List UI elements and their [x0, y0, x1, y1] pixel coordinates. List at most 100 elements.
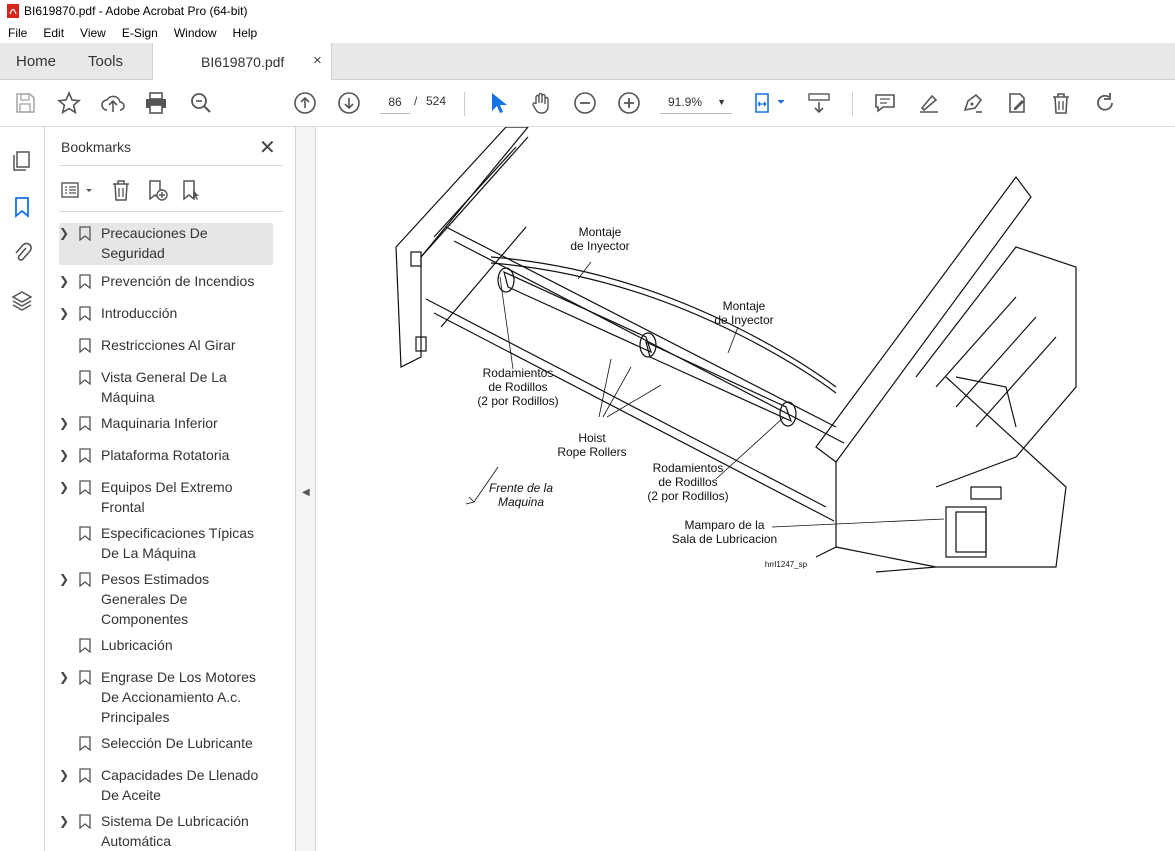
bookmark-label: Restricciones Al Girar — [101, 337, 236, 353]
chevron-right-icon[interactable]: ❯ — [59, 303, 69, 323]
bookmark-label: Sistema De Lubricación Automática — [101, 813, 249, 849]
menu-help[interactable]: Help — [225, 26, 266, 40]
bookmarks-title: Bookmarks — [61, 139, 132, 155]
label-text: Montaje de Inyector — [570, 225, 630, 253]
document-view[interactable]: Montaje de Inyector Montaje de Inyector … — [316, 127, 1175, 851]
bookmark-icon — [79, 480, 91, 495]
label-text: Frente de la Maquina — [488, 481, 554, 509]
scroll-mode-icon[interactable] — [806, 90, 832, 116]
toolbar-divider — [464, 92, 465, 116]
chevron-right-icon[interactable]: ❯ — [59, 413, 69, 433]
chevron-right-icon[interactable]: ❯ — [59, 271, 69, 291]
close-tab-icon[interactable]: × — [313, 52, 322, 69]
select-cursor-icon[interactable] — [484, 90, 510, 116]
menu-view[interactable]: View — [72, 26, 114, 40]
label-montaje-1: Montaje de Inyector — [560, 225, 640, 253]
new-bookmark-icon[interactable] — [145, 178, 169, 202]
label-rodamientos-1: Rodamientos de Rodillos (2 por Rodillos) — [468, 366, 568, 408]
menu-esign[interactable]: E-Sign — [114, 26, 166, 40]
zoom-in-icon[interactable] — [616, 90, 642, 116]
previous-page-icon[interactable] — [292, 90, 318, 116]
upload-cloud-icon[interactable] — [100, 90, 126, 116]
trash-icon[interactable] — [1048, 90, 1074, 116]
panel-collapse-strip[interactable]: ◀ — [296, 127, 316, 851]
toolbar-divider — [852, 92, 853, 116]
label-frente: Frente de la Maquina — [486, 481, 556, 509]
chevron-right-icon[interactable]: ❯ — [59, 569, 69, 589]
comment-icon[interactable] — [872, 90, 898, 116]
label-text: Rodamientos de Rodillos (2 por Rodillos) — [647, 461, 729, 503]
chevron-right-icon[interactable]: ❯ — [59, 811, 69, 831]
bookmark-label: Lubricación — [101, 637, 173, 653]
label-mamparo: Mamparo de la Sala de Lubricacion — [662, 518, 787, 546]
label-text: hrrl1247_sp — [764, 560, 808, 569]
bookmark-item[interactable]: ❯ Precauciones De Seguridad — [59, 223, 273, 265]
bookmark-label: Especificaciones Típicas De La Máquina — [101, 525, 255, 561]
bookmark-icon — [79, 226, 91, 241]
bookmark-icon — [79, 448, 91, 463]
menu-edit[interactable]: Edit — [35, 26, 72, 40]
figure-code: hrrl1247_sp — [756, 558, 816, 572]
bookmark-label: Capacidades De Llenado De Aceite — [101, 767, 259, 803]
zoom-out-icon[interactable] — [572, 90, 598, 116]
print-icon[interactable] — [143, 90, 169, 116]
redo-icon[interactable] — [1092, 90, 1118, 116]
bookmark-icon — [79, 638, 91, 653]
tab-tools[interactable]: Tools — [88, 53, 123, 70]
tab-bar: Home Tools BI619870.pdf × — [0, 43, 1175, 81]
label-montaje-2: Montaje de Inyector — [704, 299, 784, 327]
tab-document[interactable]: BI619870.pdf × — [152, 43, 332, 81]
layers-icon[interactable] — [10, 289, 34, 313]
bookmarks-panel-icon[interactable] — [10, 195, 34, 219]
label-text: Rodamientos de Rodillos (2 por Rodillos) — [477, 366, 559, 408]
bookmark-label: Pesos Estimados Generales De Componentes — [101, 571, 210, 627]
chevron-right-icon[interactable]: ❯ — [59, 667, 69, 687]
label-hoist-rollers: Hoist Rope Rollers — [552, 431, 632, 459]
toolbar: 86 / 524 91.9% ▼ — [0, 80, 1175, 127]
menu-file[interactable]: File — [0, 26, 35, 40]
bookmarks-panel: Bookmarks ✕ ❯ Precauciones De Seguridad — [45, 127, 335, 851]
delete-bookmark-icon[interactable] — [109, 178, 133, 202]
panel-divider — [59, 211, 283, 212]
chevron-right-icon[interactable]: ❯ — [59, 223, 69, 243]
zoom-level-value: 91.9% — [668, 95, 703, 109]
page-number-input[interactable]: 86 — [380, 90, 410, 114]
close-icon[interactable]: ✕ — [259, 135, 276, 160]
bookmark-label: Maquinaria Inferior — [101, 415, 218, 431]
highlight-pen-icon[interactable] — [916, 90, 942, 116]
page-thumbnails-icon[interactable] — [10, 149, 34, 173]
hand-tool-icon[interactable] — [528, 90, 554, 116]
next-page-icon[interactable] — [336, 90, 362, 116]
bookmark-label: Plataforma Rotatoria — [101, 447, 230, 463]
page-fit-icon[interactable] — [752, 90, 788, 116]
bookmark-icon — [79, 274, 91, 289]
bookmark-icon — [79, 768, 91, 783]
zoom-search-icon[interactable] — [188, 90, 214, 116]
menu-window[interactable]: Window — [166, 26, 225, 40]
technical-drawing — [395, 127, 1077, 573]
bookmark-options-icon[interactable] — [59, 177, 99, 203]
star-icon[interactable] — [56, 90, 82, 116]
left-rail — [0, 127, 45, 851]
label-text: Hoist Rope Rollers — [557, 431, 627, 459]
bookmark-icon — [79, 572, 91, 587]
label-rodamientos-2: Rodamientos de Rodillos (2 por Rodillos) — [638, 461, 738, 503]
label-text: Mamparo de la Sala de Lubricacion — [671, 518, 778, 546]
attachments-paperclip-icon[interactable] — [10, 241, 34, 265]
bookmark-icon — [79, 670, 91, 685]
chevron-right-icon[interactable]: ❯ — [59, 477, 69, 497]
window-title: BI619870.pdf - Adobe Acrobat Pro (64-bit… — [24, 4, 248, 18]
chevron-right-icon[interactable]: ❯ — [59, 765, 69, 785]
acrobat-app-icon — [7, 4, 19, 18]
zoom-level-select[interactable]: 91.9% ▼ — [660, 90, 732, 114]
sign-pen-icon[interactable] — [960, 90, 986, 116]
edit-pdf-icon[interactable] — [1004, 90, 1030, 116]
chevron-right-icon[interactable]: ❯ — [59, 445, 69, 465]
tab-home[interactable]: Home — [16, 53, 56, 70]
bookmark-label: Vista General De La Máquina — [101, 369, 227, 405]
menu-bar: File Edit View E-Sign Window Help — [0, 22, 1175, 43]
collapse-panel-icon[interactable]: ◀ — [302, 487, 310, 498]
bookmark-icon — [79, 526, 91, 541]
save-icon[interactable] — [12, 90, 38, 116]
bookmark-from-selection-icon[interactable] — [179, 178, 203, 202]
